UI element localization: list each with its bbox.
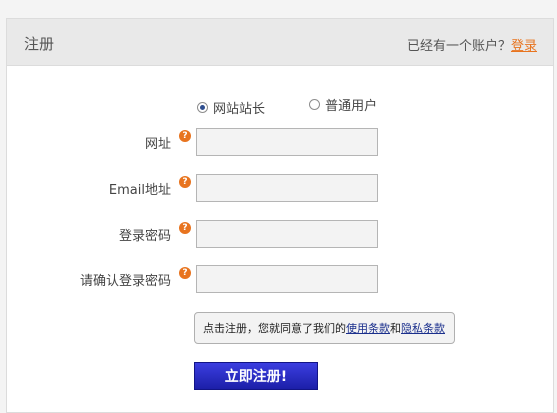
terms-link[interactable]: 使用条款 — [346, 320, 390, 336]
help-icon[interactable]: ? — [179, 267, 191, 279]
confirm-password-label: 请确认登录密码 — [79, 274, 171, 289]
url-label: 网址 — [144, 137, 171, 152]
password-label: 登录密码 — [118, 229, 171, 244]
account-type-group: 网站站长 普通用户 — [197, 95, 417, 117]
agreement-box: 点击注册，您就同意了我们的 使用条款和隐私条款 — [194, 312, 455, 344]
privacy-link[interactable]: 隐私条款 — [401, 320, 445, 336]
register-panel: 注册 已经有一个账户？登录 网站站长 普通用户 网址 ? Email地址 ? 登… — [6, 18, 554, 413]
login-hint: 已经有一个账户？登录 — [407, 35, 537, 54]
help-icon[interactable]: ? — [179, 130, 191, 142]
url-row: 网址 ? — [7, 128, 555, 156]
password-row: 登录密码 ? — [7, 220, 555, 248]
radio-unchecked-icon[interactable] — [309, 99, 321, 110]
login-prompt: 已经有一个账户？ — [406, 39, 511, 54]
radio-webmaster[interactable]: 网站站长 — [197, 98, 265, 117]
radio-normal-user-label: 普通用户 — [325, 99, 378, 114]
email-input[interactable] — [196, 174, 378, 202]
radio-webmaster-label: 网站站长 — [213, 102, 266, 117]
page-title: 注册 — [24, 35, 55, 53]
radio-normal-user[interactable]: 普通用户 — [309, 95, 377, 114]
confirm-password-row: 请确认登录密码 ? — [7, 265, 555, 293]
confirm-password-input[interactable] — [196, 265, 378, 293]
email-row: Email地址 ? — [7, 174, 555, 202]
help-icon[interactable]: ? — [179, 176, 191, 188]
agreement-text: 点击注册，您就同意了我们的 — [203, 322, 346, 335]
help-icon[interactable]: ? — [179, 222, 191, 234]
register-button[interactable]: 立即注册! — [194, 362, 318, 390]
email-label: Email地址 — [108, 183, 171, 198]
login-link[interactable]: 登录 — [511, 39, 537, 54]
url-input[interactable] — [196, 128, 378, 156]
panel-header: 注册 已经有一个账户？登录 — [7, 19, 553, 66]
password-input[interactable] — [196, 220, 378, 248]
agreement-conjunction: 和 — [390, 322, 401, 335]
radio-checked-icon[interactable] — [197, 102, 208, 113]
